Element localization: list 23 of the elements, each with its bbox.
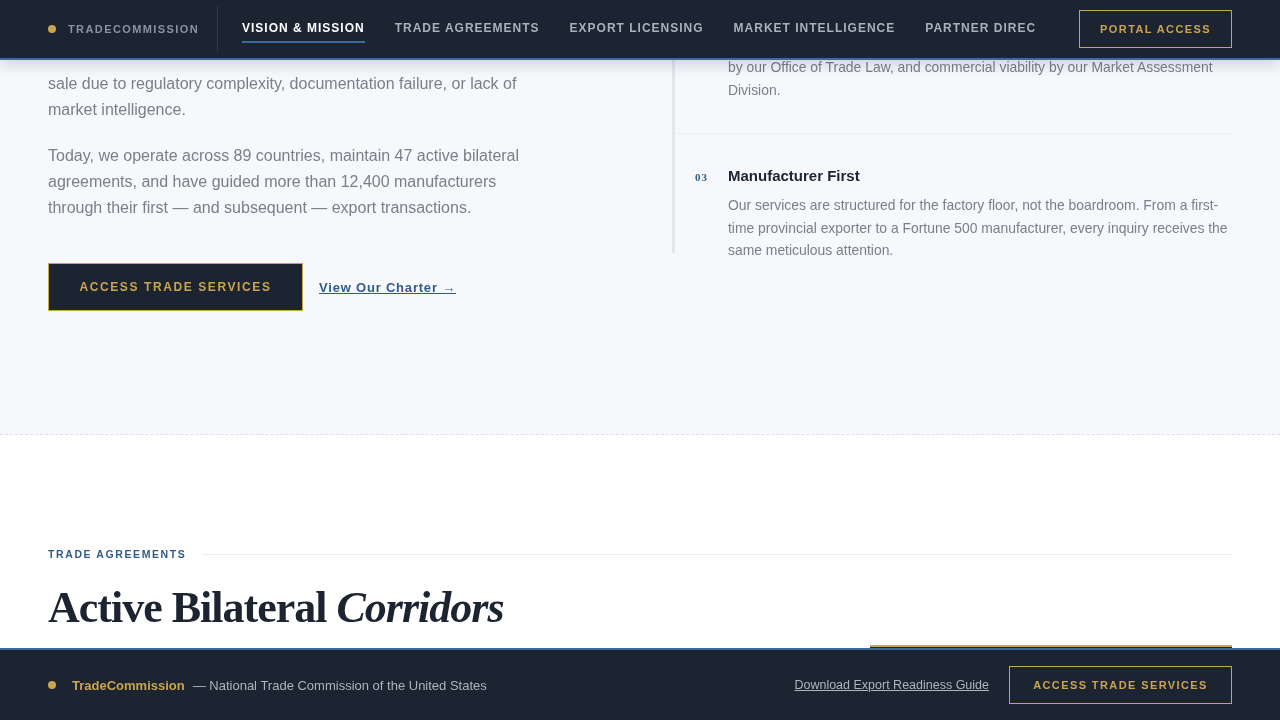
nav-link[interactable]: VISION & MISSION <box>242 15 365 43</box>
body-paragraph: Today, we operate across 89 countries, maintain 47 active bilateral agreements, and have guided more than 12,400 manufacturers through their first — and subsequent — export transactions. <box>48 146 521 218</box>
item-number: 03 <box>695 170 709 185</box>
portal-access-button[interactable]: PORTAL ACCESS <box>1079 10 1232 48</box>
access-trade-services-button[interactable]: ACCESS TRADE SERVICES <box>1009 666 1232 704</box>
charter-link[interactable]: View Our Charter → <box>319 279 456 295</box>
download-guide-link[interactable]: Download Export Readiness Guide <box>794 678 989 692</box>
logo-dot-icon <box>48 25 56 33</box>
section-eyebrow: TRADE AGREEMENTS <box>48 548 187 560</box>
principle-title: Manufacturer First <box>728 167 861 184</box>
principle-text: Our services are structured for the factory floor, not the boardroom. From a first-time provincial exporter to a Fortune 500 manufacturer, every inquiry receives the same meticulous attention. <box>728 196 1229 260</box>
nav-link[interactable]: EXPORT LICENSING <box>569 15 704 43</box>
section-heading: Active Bilateral Corridors <box>48 582 505 633</box>
footer-tagline: — National Trade Commission of the United States <box>192 677 488 693</box>
nav-link[interactable]: PARTNER DIREC <box>925 15 1037 43</box>
body-paragraph: sale due to regulatory complexity, documentation failure, or lack of market intelligence. <box>48 74 518 120</box>
nav-link[interactable]: MARKET INTELLIGENCE <box>733 15 896 43</box>
principle-text: by our Office of Trade Law, and commercial viability by our Market Assessment Division. <box>728 58 1214 100</box>
footer-brand: TradeCommission <box>72 677 185 693</box>
logo-dot-icon <box>48 681 56 689</box>
nav-link[interactable]: TRADE AGREEMENTS <box>394 15 540 43</box>
brand-name[interactable]: TRADECOMMISSION <box>68 23 199 35</box>
access-trade-services-button[interactable]: ACCESS TRADE SERVICES <box>48 263 303 311</box>
